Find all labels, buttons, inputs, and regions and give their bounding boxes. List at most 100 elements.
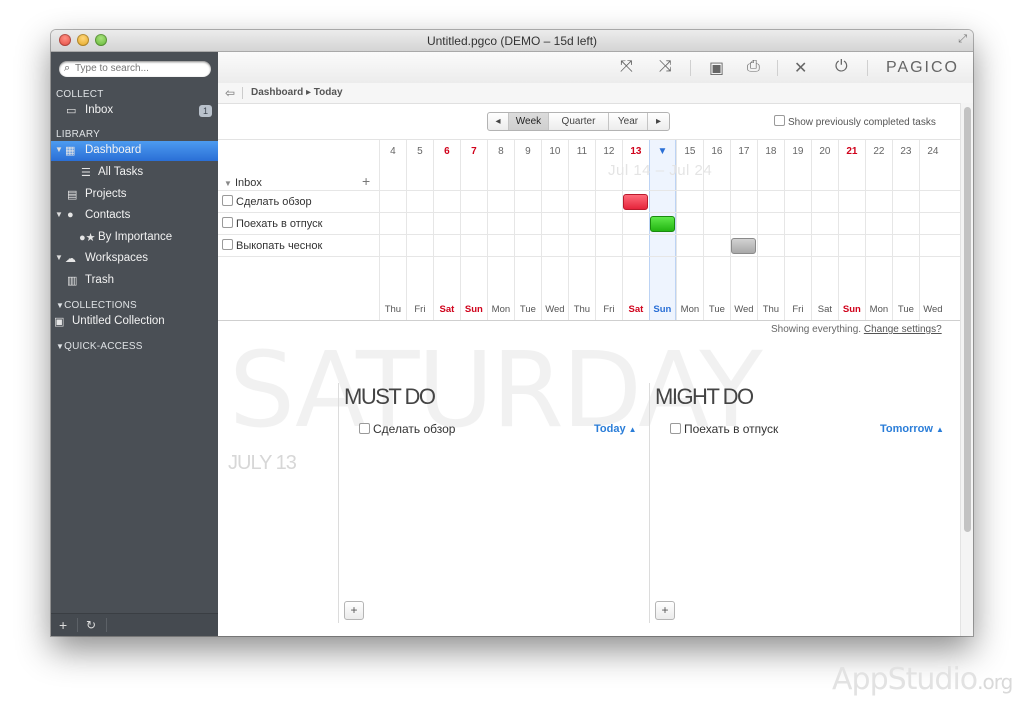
task-bar[interactable]	[731, 238, 756, 254]
year-segment[interactable]: Year	[608, 113, 647, 130]
disclosure-triangle-icon[interactable]: ▼	[55, 210, 63, 219]
sync-icon[interactable]: ↻	[86, 618, 96, 632]
week-segment[interactable]: Week	[508, 113, 548, 130]
day-column[interactable]: 11 Thu	[568, 140, 595, 321]
day-column[interactable]: 8 Mon	[487, 140, 514, 321]
day-column[interactable]: 10 Wed	[541, 140, 568, 321]
day-column[interactable]: 22 Mon	[865, 140, 892, 321]
collect-header: COLLECT	[56, 89, 104, 100]
power-icon[interactable]: ⏻	[835, 58, 848, 76]
change-settings-link[interactable]: Change settings?	[864, 324, 942, 335]
sidebar-item-projects[interactable]: ▤ Projects	[51, 185, 218, 205]
day-name: Wed	[734, 304, 754, 315]
day-column[interactable]: 6 Sat	[433, 140, 460, 321]
day-column[interactable]: 9 Tue	[514, 140, 541, 321]
task-row[interactable]: Поехать в отпуск	[222, 217, 322, 230]
day-name: Sun	[842, 304, 861, 315]
quick-access-header[interactable]: ▼QUICK-ACCESS	[56, 341, 143, 352]
day-name: Thu	[573, 304, 591, 315]
add-task-icon[interactable]: +	[362, 173, 370, 189]
disclosure-triangle-icon[interactable]: ▼	[55, 253, 63, 262]
task-checkbox[interactable]	[222, 239, 233, 250]
vertical-scrollbar[interactable]	[960, 103, 973, 636]
grid-bottom-divider	[218, 320, 960, 321]
sidebar-item-trash[interactable]: ▥ Trash	[51, 271, 218, 291]
day-number: 17	[738, 146, 750, 157]
previous-range-button[interactable]: ◂	[488, 113, 508, 130]
watermark-name: AppStudio	[832, 662, 978, 697]
due-label: Today	[594, 423, 626, 435]
day-name: Tue	[708, 304, 725, 315]
sidebar-item-label: Workspaces	[85, 252, 149, 264]
day-column[interactable]: 20 Sat	[811, 140, 838, 321]
task-checkbox[interactable]	[359, 423, 370, 434]
day-column[interactable]: 23 Tue	[892, 140, 919, 321]
fullscreen-icon[interactable]: ⤢	[958, 33, 967, 46]
must-do-task[interactable]: Сделать обзор	[359, 422, 455, 436]
day-column[interactable]: 24 Wed	[919, 140, 946, 321]
print-icon[interactable]: ⎙	[747, 58, 760, 76]
might-do-due[interactable]: Tomorrow ▲	[880, 423, 944, 435]
expand-icon[interactable]: ⤧	[620, 58, 633, 76]
task-checkbox[interactable]	[222, 195, 233, 206]
day-column[interactable]: 4 Thu	[379, 140, 406, 321]
sidebar-item-all-tasks[interactable]: ☰ All Tasks	[51, 163, 218, 183]
sidebar-item-inbox[interactable]: ▭ Inbox 1	[51, 101, 218, 121]
toolbar: ⤧ ⤨ ▣ ⎙ ✕ ⏻ PAGICO	[218, 52, 973, 84]
day-name: Mon	[491, 304, 511, 315]
sidebar-item-by-importance[interactable]: ●★ By Importance	[51, 228, 218, 248]
might-do-task[interactable]: Поехать в отпуск	[670, 422, 778, 436]
inbox-group-label: Inbox	[234, 177, 262, 189]
inbox-group-header[interactable]: ▼ Inbox	[224, 177, 262, 189]
day-column[interactable]: 7 Sun	[460, 140, 487, 321]
search-field[interactable]: ⌕	[59, 61, 211, 77]
day-number: 6	[444, 146, 450, 157]
window-title: Untitled.pgco (DEMO – 15d left)	[426, 34, 598, 48]
add-must-do-button[interactable]: +	[344, 601, 364, 620]
day-name: Fri	[603, 304, 615, 315]
quarter-segment[interactable]: Quarter	[548, 113, 608, 130]
add-button[interactable]: +	[59, 617, 67, 633]
breadcrumb[interactable]: Dashboard ▸ Today	[251, 87, 343, 98]
task-checkbox[interactable]	[670, 423, 681, 434]
collections-header[interactable]: ▼COLLECTIONS	[56, 300, 137, 311]
add-might-do-button[interactable]: +	[655, 601, 675, 620]
disclosure-triangle-icon: ▼	[224, 179, 232, 188]
task-row[interactable]: Сделать обзор	[222, 195, 312, 208]
show-completed-checkbox[interactable]	[774, 115, 785, 126]
show-completed-option[interactable]: Show previously completed tasks	[774, 115, 936, 128]
sidebar-item-workspaces[interactable]: ▼ ☁ Workspaces	[51, 249, 218, 269]
archive-icon[interactable]: ▣	[709, 58, 724, 78]
sidebar-item-contacts[interactable]: ▼ ● Contacts	[51, 206, 218, 226]
grid-row-divider	[218, 212, 960, 213]
day-column[interactable]: 21 Sun	[838, 140, 865, 321]
next-range-button[interactable]: ▸	[647, 113, 669, 130]
task-row[interactable]: Выкопать чеснок	[222, 239, 322, 252]
day-name: Sun	[464, 304, 483, 315]
day-column[interactable]: 17 Wed	[730, 140, 757, 321]
range-segmented-control: ◂ Week Quarter Year ▸	[487, 112, 670, 131]
collapse-icon[interactable]: ⤨	[659, 58, 672, 76]
day-number: 24	[927, 146, 939, 157]
sidebar-item-dashboard[interactable]: ▼ ▦ Dashboard	[51, 141, 218, 161]
day-column[interactable]: 5 Fri	[406, 140, 433, 321]
scrollbar-thumb[interactable]	[964, 107, 971, 532]
task-bar[interactable]	[650, 216, 675, 232]
task-checkbox[interactable]	[222, 217, 233, 228]
day-name: Wed	[923, 304, 943, 315]
search-input[interactable]	[75, 62, 205, 75]
column-divider	[649, 383, 650, 623]
toolbar-divider	[690, 60, 691, 76]
day-column[interactable]: 19 Fri	[784, 140, 811, 321]
task-bar[interactable]	[623, 194, 648, 210]
day-name: Fri	[414, 304, 426, 315]
tools-icon[interactable]: ✕	[794, 58, 807, 78]
back-arrow-icon[interactable]: ⇦	[225, 86, 235, 100]
week-calendar-grid: 24 Wed 23 Tue 22 Mon 21 Sun 20 Sat 19 Fri 18 Thu 17 Wed…	[218, 139, 960, 321]
disclosure-triangle-icon[interactable]: ▼	[55, 145, 63, 154]
day-name: Wed	[545, 304, 565, 315]
day-column[interactable]: 18 Thu	[757, 140, 784, 321]
must-do-due[interactable]: Today ▲	[594, 423, 637, 435]
day-number: 18	[765, 146, 777, 157]
sidebar-item-untitled-collection[interactable]: ▣ Untitled Collection	[51, 312, 218, 332]
